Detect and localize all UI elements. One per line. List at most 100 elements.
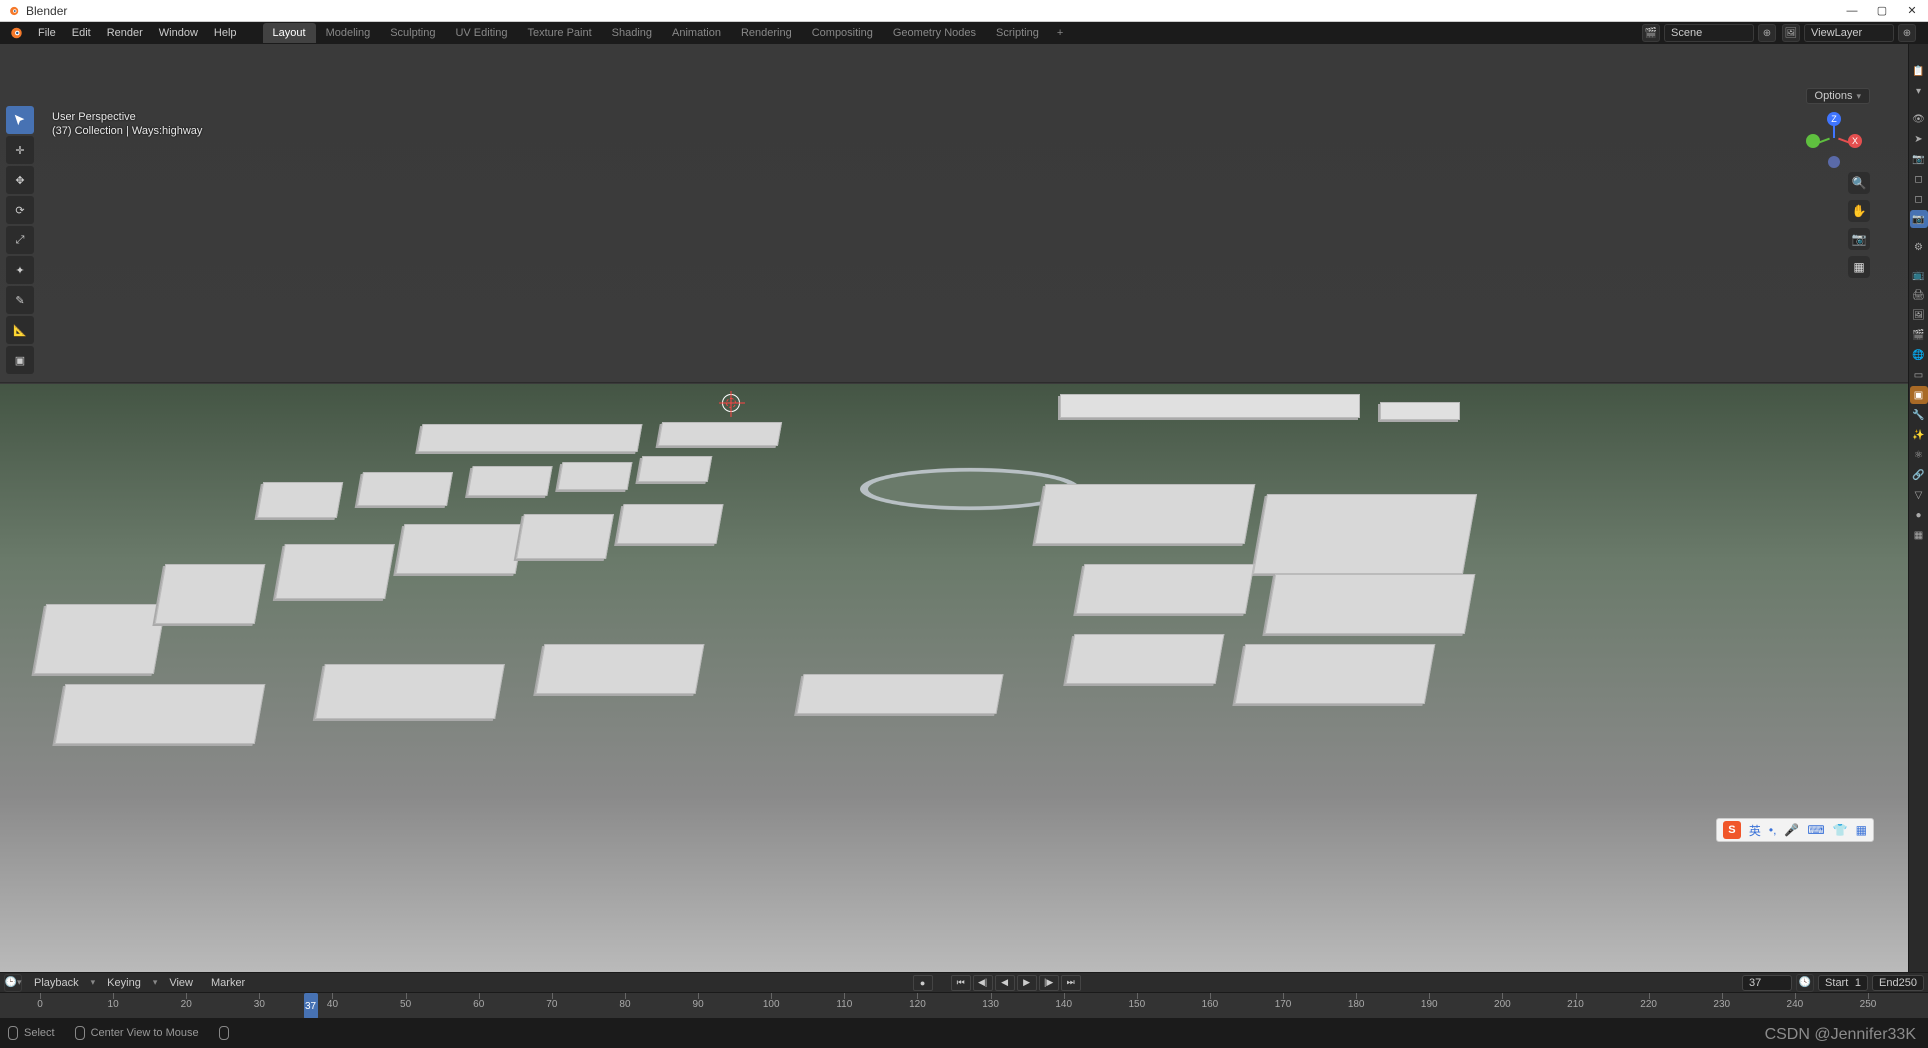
prop-viewlayer-icon[interactable]: 🖼 xyxy=(1910,306,1928,324)
prop-world-icon[interactable]: 🌐 xyxy=(1910,346,1928,364)
window-maximize-button[interactable]: ▢ xyxy=(1876,5,1888,17)
workspace-tab-rendering[interactable]: Rendering xyxy=(731,23,802,43)
menu-file[interactable]: File xyxy=(30,24,64,42)
timeline-menu-marker[interactable]: Marker xyxy=(205,975,251,991)
ime-punct-icon[interactable]: •, xyxy=(1769,823,1777,837)
scene-name-field[interactable]: Scene xyxy=(1664,24,1754,42)
tool-add-primitive[interactable]: ▣ xyxy=(6,346,34,374)
restriction-render-icon[interactable]: 📷 xyxy=(1910,150,1928,168)
play-button[interactable]: ▶ xyxy=(1017,975,1037,991)
tool-measure[interactable]: 📐 xyxy=(6,316,34,344)
pan-icon[interactable]: ✋ xyxy=(1848,200,1870,222)
prop-scene-icon[interactable]: 🎬 xyxy=(1910,326,1928,344)
tool-scale[interactable]: ⤢ xyxy=(6,226,34,254)
start-frame-field[interactable]: Start1 xyxy=(1818,975,1868,991)
play-reverse-button[interactable]: ◀ xyxy=(995,975,1015,991)
ime-toolbar[interactable]: S 英 •, 🎤 ⌨ 👕 ▦ xyxy=(1716,818,1874,842)
viewlayer-browse-icon[interactable]: 🖼 xyxy=(1782,24,1800,42)
building xyxy=(418,424,643,452)
workspace-tab-geometry-nodes[interactable]: Geometry Nodes xyxy=(883,23,986,43)
menu-edit[interactable]: Edit xyxy=(64,24,99,42)
zoom-icon[interactable]: 🔍 xyxy=(1848,172,1870,194)
gizmo-axis-z[interactable]: Z xyxy=(1827,112,1841,126)
navigation-gizmo[interactable]: Z X xyxy=(1806,112,1862,168)
use-preview-range-toggle[interactable]: 🕓 xyxy=(1796,974,1814,992)
tool-cursor[interactable]: ✛ xyxy=(6,136,34,164)
restriction-enabled-icon[interactable]: 📷 xyxy=(1910,210,1928,228)
tool-move[interactable]: ✥ xyxy=(6,166,34,194)
playhead[interactable]: 37 xyxy=(304,993,318,1019)
workspace-tab-compositing[interactable]: Compositing xyxy=(802,23,883,43)
prop-modifiers-icon[interactable]: 🔧 xyxy=(1910,406,1928,424)
workspace-tab-scripting[interactable]: Scripting xyxy=(986,23,1049,43)
viewport-options-button[interactable]: Options ▾ xyxy=(1806,88,1870,104)
timeline-track[interactable]: 0102030405060708090100110120130140150160… xyxy=(0,993,1928,1019)
prop-texture-icon[interactable]: ▦ xyxy=(1910,526,1928,544)
workspace-tab-sculpting[interactable]: Sculpting xyxy=(380,23,445,43)
timeline-menu-view[interactable]: View xyxy=(163,975,199,991)
end-frame-field[interactable]: End250 xyxy=(1872,975,1924,991)
outliner-editor-icon[interactable]: 📋 xyxy=(1910,62,1928,80)
perspective-toggle-icon[interactable]: ▦ xyxy=(1848,256,1870,278)
ime-toolbox-icon[interactable]: ▦ xyxy=(1856,823,1867,837)
restriction-indirect-icon[interactable]: ◻ xyxy=(1910,190,1928,208)
restriction-select-icon[interactable]: ➤ xyxy=(1910,130,1928,148)
jump-next-keyframe-button[interactable]: |▶︎ xyxy=(1039,975,1059,991)
ime-skin-icon[interactable]: 👕 xyxy=(1833,823,1848,837)
building xyxy=(1066,634,1225,684)
jump-prev-keyframe-button[interactable]: ◀︎| xyxy=(973,975,993,991)
workspace-tab-uv-editing[interactable]: UV Editing xyxy=(445,23,517,43)
viewlayer-name-field[interactable]: ViewLayer xyxy=(1804,24,1894,42)
menu-render[interactable]: Render xyxy=(99,24,151,42)
tool-rotate[interactable]: ⟳ xyxy=(6,196,34,224)
jump-to-start-button[interactable]: ⏮ xyxy=(951,975,971,991)
gizmo-axis-x[interactable]: X xyxy=(1848,134,1862,148)
workspace-tab-layout[interactable]: Layout xyxy=(263,23,316,43)
tool-transform[interactable]: ✦ xyxy=(6,256,34,284)
window-minimize-button[interactable]: — xyxy=(1846,5,1858,17)
filter-icon[interactable]: ▾ xyxy=(1910,82,1928,100)
scene-browse-icon[interactable]: 🎬 xyxy=(1642,24,1660,42)
prop-output-icon[interactable]: 🖨 xyxy=(1910,286,1928,304)
workspace-add-button[interactable]: + xyxy=(1049,27,1071,39)
scene-new-icon[interactable]: ⊕ xyxy=(1758,24,1776,42)
prop-constraints-icon[interactable]: 🔗 xyxy=(1910,466,1928,484)
prop-physics-icon[interactable]: ⚛ xyxy=(1910,446,1928,464)
autokey-toggle[interactable]: ● xyxy=(913,975,933,991)
prop-object-icon[interactable]: ▣ xyxy=(1910,386,1928,404)
timeline-tick-label: 140 xyxy=(1055,999,1072,1010)
camera-icon[interactable]: 📷 xyxy=(1848,228,1870,250)
restriction-holdout-icon[interactable]: ◻ xyxy=(1910,170,1928,188)
gizmo-axis-y[interactable] xyxy=(1806,134,1820,148)
ime-keyboard-icon[interactable]: ⌨ xyxy=(1807,823,1824,837)
prop-material-icon[interactable]: ● xyxy=(1910,506,1928,524)
ime-lang-label[interactable]: 英 xyxy=(1749,822,1761,839)
tool-select-box[interactable] xyxy=(6,106,34,134)
menu-window[interactable]: Window xyxy=(151,24,206,42)
menu-help[interactable]: Help xyxy=(206,24,245,42)
timeline-menu-keying[interactable]: Keying xyxy=(101,975,147,991)
window-close-button[interactable]: ✕ xyxy=(1906,5,1918,17)
building xyxy=(658,422,782,446)
workspace-tab-shading[interactable]: Shading xyxy=(602,23,662,43)
prop-render-icon[interactable]: 📺 xyxy=(1910,266,1928,284)
tool-annotate[interactable]: ✎ xyxy=(6,286,34,314)
ime-mic-icon[interactable]: 🎤 xyxy=(1784,823,1799,837)
prop-collection-icon[interactable]: ▭ xyxy=(1910,366,1928,384)
timeline-editor-type-icon[interactable]: 🕒▾ xyxy=(4,974,22,992)
gizmo-axis-neg-z[interactable] xyxy=(1828,156,1840,168)
workspace-tab-modeling[interactable]: Modeling xyxy=(316,23,381,43)
viewlayer-new-icon[interactable]: ⊕ xyxy=(1898,24,1916,42)
workspace-tab-texture-paint[interactable]: Texture Paint xyxy=(517,23,601,43)
restriction-visibility-icon[interactable]: 👁 xyxy=(1910,110,1928,128)
properties-editor-icon[interactable]: ⚙ xyxy=(1910,238,1928,256)
prop-particles-icon[interactable]: ✨ xyxy=(1910,426,1928,444)
sogou-logo-icon[interactable]: S xyxy=(1723,821,1741,839)
jump-to-end-button[interactable]: ⏭ xyxy=(1061,975,1081,991)
3d-viewport[interactable]: ✛ ✥ ⟳ ⤢ ✦ ✎ 📐 ▣ User Perspective (37) Co… xyxy=(0,44,1908,972)
timeline-menu-playback[interactable]: Playback xyxy=(28,975,85,991)
workspace-tab-animation[interactable]: Animation xyxy=(662,23,731,43)
blender-logo-icon[interactable] xyxy=(6,24,24,42)
prop-data-icon[interactable]: ▽ xyxy=(1910,486,1928,504)
current-frame-field[interactable]: 37 xyxy=(1742,975,1792,991)
